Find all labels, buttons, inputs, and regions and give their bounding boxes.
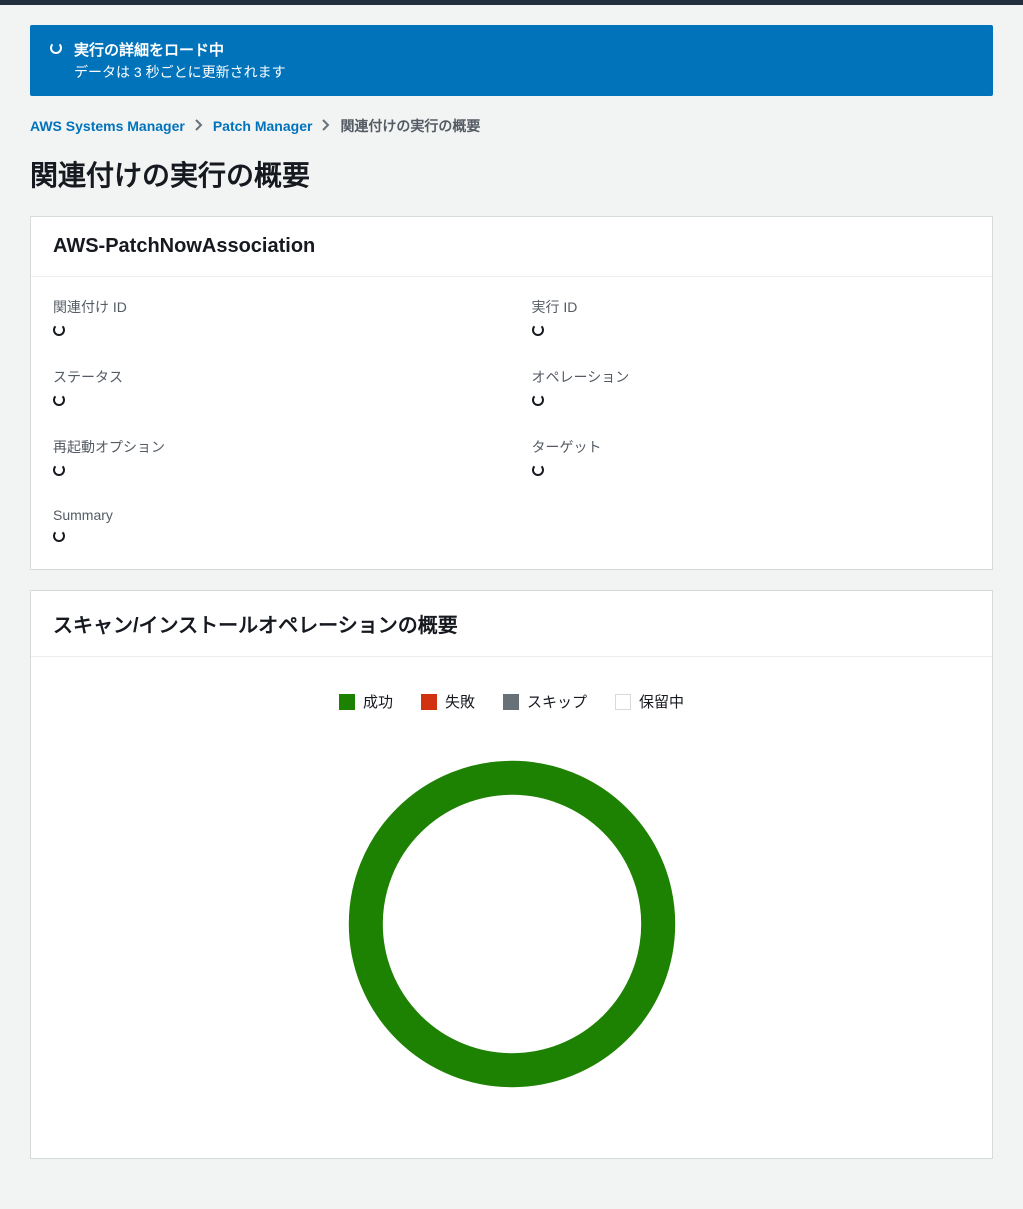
label-reboot-option: 再起動オプション [53,437,492,457]
loading-spinner-icon [532,324,544,336]
page-title: 関連付けの実行の概要 [30,154,993,194]
legend-swatch-pending [615,694,631,710]
chevron-right-icon [195,118,203,134]
legend-swatch-skip [503,694,519,710]
flash-description: データは 3 秒ごとに更新されます [74,62,286,82]
legend-label-skip: スキップ [527,691,587,712]
field-reboot-option: 再起動オプション [53,437,492,479]
field-summary: Summary [53,507,492,545]
label-targets: ターゲット [532,437,971,457]
legend-item-failed: 失敗 [421,691,475,712]
legend-label-failed: 失敗 [445,691,475,712]
legend-item-skip: スキップ [503,691,587,712]
breadcrumb-current: 関連付けの実行の概要 [340,116,480,136]
field-execution-id: 実行 ID [532,297,971,339]
label-operation: オペレーション [532,367,971,387]
chevron-right-icon [322,118,330,134]
operation-summary-heading: スキャン/インストールオペレーションの概要 [53,609,970,638]
loading-spinner-icon [532,394,544,406]
legend-label-pending: 保留中 [639,691,684,712]
value-targets [532,463,971,479]
label-association-id: 関連付け ID [53,297,492,317]
operation-summary-panel: スキャン/インストールオペレーションの概要 成功 失敗 スキップ 保留中 [30,590,993,1159]
association-name-heading: AWS-PatchNowAssociation [53,235,970,258]
loading-spinner-icon [53,394,65,406]
legend-item-pending: 保留中 [615,691,684,712]
label-execution-id: 実行 ID [532,297,971,317]
field-association-id: 関連付け ID [53,297,492,339]
association-details-panel: AWS-PatchNowAssociation 関連付け ID 実行 ID ステ… [30,216,993,570]
loading-spinner-icon [53,324,65,336]
legend-item-success: 成功 [339,691,393,712]
value-summary [53,529,492,545]
flash-title: 実行の詳細をロード中 [74,39,286,60]
field-status: ステータス [53,367,492,409]
donut-chart-container [53,734,970,1134]
value-operation [532,393,971,409]
chart-legend: 成功 失敗 スキップ 保留中 [53,677,970,734]
loading-spinner-icon [532,464,544,476]
value-reboot-option [53,463,492,479]
value-execution-id [532,323,971,339]
label-status: ステータス [53,367,492,387]
legend-label-success: 成功 [363,691,393,712]
legend-swatch-success [339,694,355,710]
breadcrumb-patch-manager[interactable]: Patch Manager [213,118,313,134]
label-summary: Summary [53,507,492,523]
breadcrumb-systems-manager[interactable]: AWS Systems Manager [30,118,185,134]
breadcrumb: AWS Systems Manager Patch Manager 関連付けの実… [30,116,993,136]
loading-spinner-icon [53,464,65,476]
field-operation: オペレーション [532,367,971,409]
value-association-id [53,323,492,339]
loading-spinner-icon [50,41,62,57]
value-status [53,393,492,409]
donut-chart [342,754,682,1094]
loading-flash-banner: 実行の詳細をロード中 データは 3 秒ごとに更新されます [30,25,993,96]
legend-swatch-failed [421,694,437,710]
loading-spinner-icon [53,530,65,542]
field-targets: ターゲット [532,437,971,479]
